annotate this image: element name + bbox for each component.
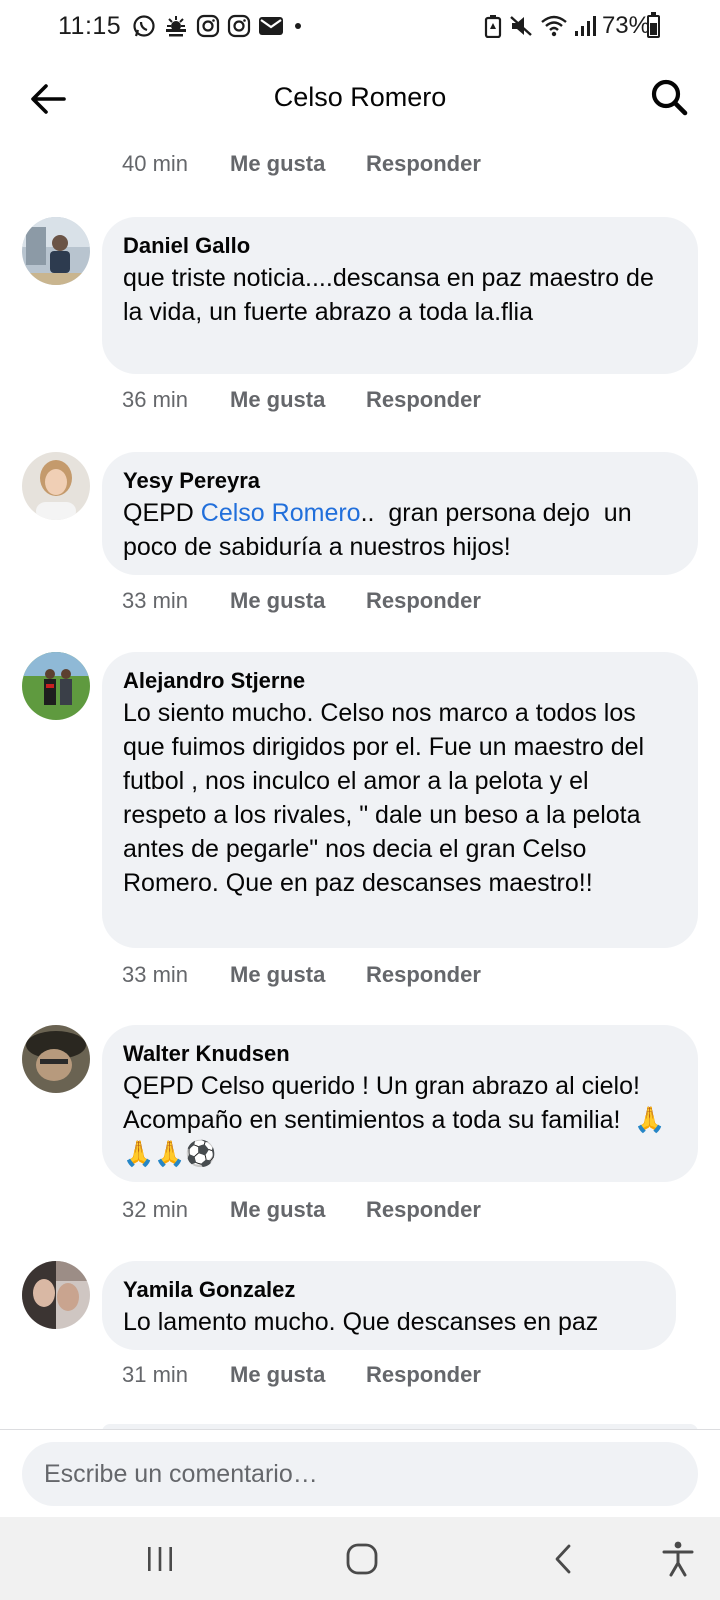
notification-icons xyxy=(132,14,305,38)
avatar[interactable] xyxy=(22,452,90,520)
comment-actions: 40 min Me gusta Responder xyxy=(122,151,481,177)
comment-text-prefix: QEPD xyxy=(123,499,201,527)
comment-bubble[interactable]: Yamila Gonzalez Lo lamento mucho. Que de… xyxy=(102,1261,676,1350)
back-nav-icon xyxy=(555,1544,571,1574)
instagram-icon xyxy=(196,14,220,38)
mute-icon xyxy=(510,16,532,36)
home-button[interactable] xyxy=(342,1539,382,1579)
avatar[interactable] xyxy=(22,1261,90,1329)
battery-saver-icon xyxy=(484,15,502,38)
comment-bubble[interactable]: Yesy Pereyra QEPD Celso Romero.. gran pe… xyxy=(102,452,698,575)
comment-actions: 32 min Me gusta Responder xyxy=(122,1197,481,1223)
comment-bubble[interactable]: Alejandro Stjerne Lo siento mucho. Celso… xyxy=(102,652,698,948)
comment-actions: 33 min Me gusta Responder xyxy=(122,962,481,988)
recent-apps-button[interactable] xyxy=(140,1539,180,1579)
like-button[interactable]: Me gusta xyxy=(230,387,366,413)
like-button[interactable]: Me gusta xyxy=(230,1362,366,1388)
search-button[interactable] xyxy=(648,76,690,118)
system-nav-bar xyxy=(0,1517,720,1600)
avatar[interactable] xyxy=(22,217,90,285)
signal-icon xyxy=(574,16,596,36)
comment-author[interactable]: Yamila Gonzalez xyxy=(123,1275,656,1305)
comment-actions: 33 min Me gusta Responder xyxy=(122,588,481,614)
status-bar: 11:15 73% xyxy=(0,0,720,58)
comment-author[interactable]: Walter Knudsen xyxy=(123,1039,678,1069)
comment-bubble[interactable]: Daniel Gallo que triste noticia....desca… xyxy=(102,217,698,374)
comment-text: QEPD Celso Romero.. gran persona dejo un… xyxy=(123,496,678,564)
battery-icon xyxy=(647,12,660,38)
reply-button[interactable]: Responder xyxy=(366,962,481,988)
recent-apps-icon xyxy=(148,1547,172,1571)
comment-time[interactable]: 40 min xyxy=(122,151,230,177)
weather-icon xyxy=(166,16,186,37)
comment-author[interactable]: Yesy Pereyra xyxy=(123,466,678,496)
like-button[interactable]: Me gusta xyxy=(230,1197,366,1223)
comment-time[interactable]: 36 min xyxy=(122,387,230,413)
home-icon xyxy=(346,1543,378,1575)
reply-button[interactable]: Responder xyxy=(366,1197,481,1223)
search-icon xyxy=(651,79,688,116)
mention-link[interactable]: Celso Romero xyxy=(201,499,361,527)
comment-author[interactable]: Daniel Gallo xyxy=(123,231,678,261)
comment-text: QEPD Celso querido ! Un gran abrazo al c… xyxy=(123,1072,666,1168)
whatsapp-icon xyxy=(133,15,155,37)
comment-time[interactable]: 31 min xyxy=(122,1362,230,1388)
comment-text: Lo siento mucho. Celso nos marco a todos… xyxy=(123,699,652,897)
reply-button[interactable]: Responder xyxy=(366,1362,481,1388)
comment-text: que triste noticia....descansa en paz ma… xyxy=(123,264,661,326)
wifi-icon xyxy=(541,15,567,37)
reply-button[interactable]: Responder xyxy=(366,151,481,177)
comment-author[interactable]: Alejandro Stjerne xyxy=(123,666,678,696)
reply-button[interactable]: Responder xyxy=(366,588,481,614)
comment-input-wrapper[interactable] xyxy=(22,1442,698,1506)
avatar[interactable] xyxy=(22,652,90,720)
dot-icon xyxy=(295,23,301,29)
like-button[interactable]: Me gusta xyxy=(230,151,366,177)
comment-text: Lo lamento mucho. Que descanses en paz xyxy=(123,1308,599,1336)
comment-time[interactable]: 32 min xyxy=(122,1197,230,1223)
comment-input[interactable] xyxy=(44,1459,676,1489)
like-button[interactable]: Me gusta xyxy=(230,962,366,988)
accessibility-icon xyxy=(662,1541,694,1577)
instagram-icon xyxy=(227,14,251,38)
comment-actions: 31 min Me gusta Responder xyxy=(122,1362,481,1388)
comment-actions: 36 min Me gusta Responder xyxy=(122,387,481,413)
comment-time[interactable]: 33 min xyxy=(122,962,230,988)
like-button[interactable]: Me gusta xyxy=(230,588,366,614)
accessibility-button[interactable] xyxy=(658,1539,698,1579)
comment-bubble[interactable]: Walter Knudsen QEPD Celso querido ! Un g… xyxy=(102,1025,698,1182)
system-back-button[interactable] xyxy=(544,1539,584,1579)
system-indicators: 73% xyxy=(484,12,650,40)
status-time: 11:15 xyxy=(58,12,122,40)
battery-percent: 73% xyxy=(601,12,650,39)
top-bar: Celso Romero xyxy=(0,58,720,140)
comment-composer xyxy=(0,1429,720,1517)
reply-button[interactable]: Responder xyxy=(366,387,481,413)
comment-time[interactable]: 33 min xyxy=(122,588,230,614)
page-title: Celso Romero xyxy=(273,82,447,112)
mail-icon xyxy=(259,17,283,35)
avatar[interactable] xyxy=(22,1025,90,1093)
